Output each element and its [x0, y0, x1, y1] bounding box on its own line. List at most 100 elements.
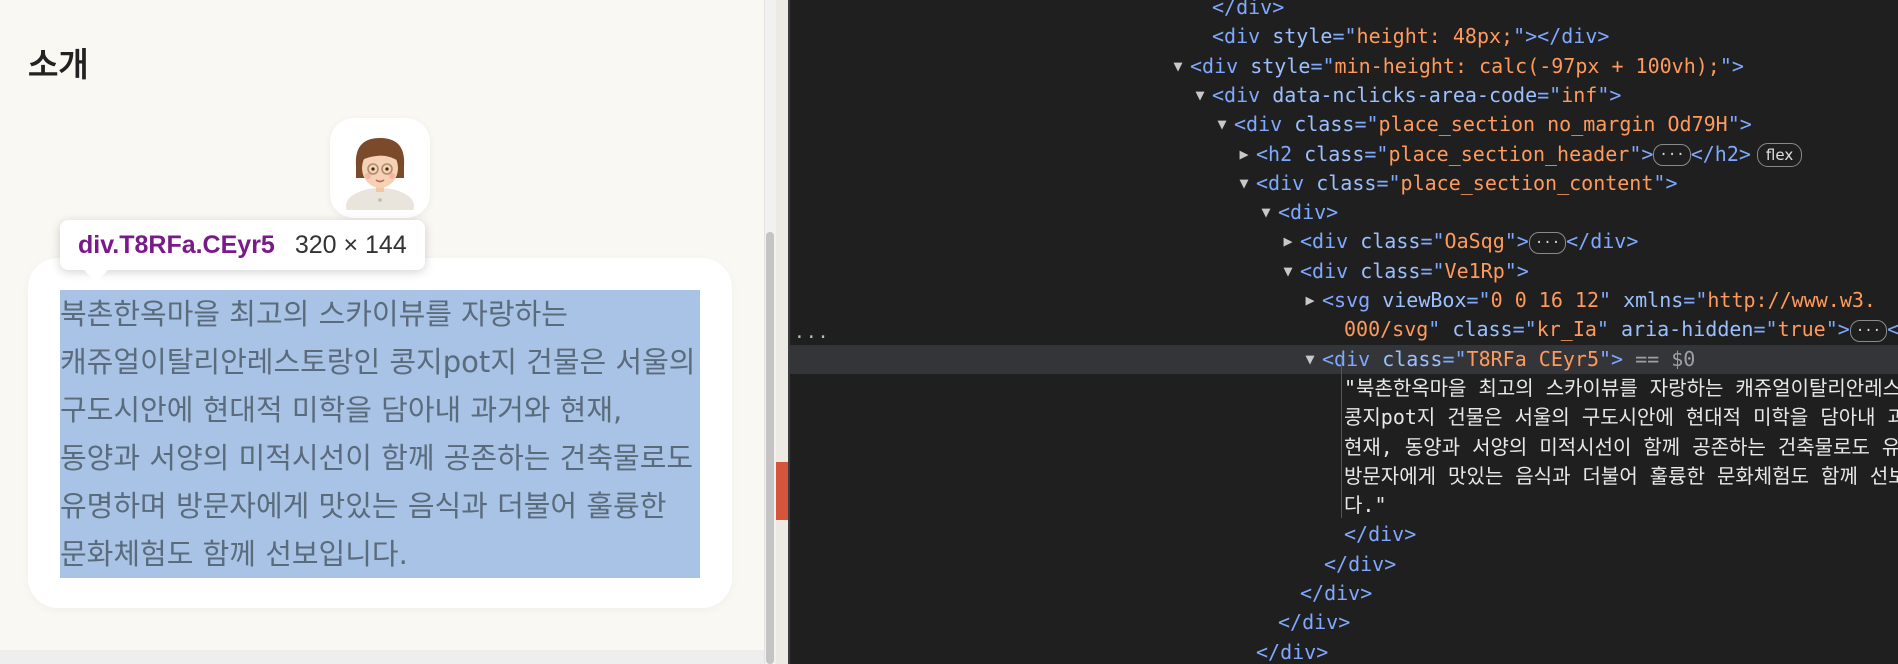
code-token: class [1382, 346, 1443, 371]
code-token: </div> [1344, 522, 1417, 547]
code-token: place_section_header [1388, 141, 1630, 166]
code-token: "> [1629, 141, 1654, 166]
code-token: =" [1310, 53, 1335, 78]
code-token: =" [1466, 288, 1491, 312]
dom-node-line[interactable]: </div> [790, 608, 1898, 637]
collapse-caret-icon[interactable]: ▼ [1170, 52, 1186, 81]
code-token: =" [1364, 141, 1389, 166]
more-options-icon[interactable]: ··· [794, 327, 830, 348]
code-token: "> [1727, 112, 1752, 137]
map-marker-edge [776, 462, 788, 520]
code-token: viewBox [1382, 288, 1467, 312]
code-token: "> [1597, 82, 1622, 107]
code-token: < [1887, 317, 1898, 342]
collapse-caret-icon[interactable]: ▼ [1214, 110, 1230, 139]
flex-badge[interactable]: flex [1756, 143, 1803, 167]
code-token: =" [1512, 317, 1537, 342]
code-token: min-height: calc(-97px + 100vh); [1334, 53, 1720, 78]
code-token: class [1360, 258, 1421, 283]
tree-indent-guide [1341, 358, 1342, 518]
code-token: <div [1212, 24, 1273, 49]
code-token: data-nclicks-area-code [1272, 82, 1538, 107]
ellipsis-icon[interactable]: ··· [1653, 144, 1691, 166]
dom-node-line[interactable]: ▶ <svg viewBox="0 0 16 12" xmlns="http://… [790, 286, 1898, 315]
code-token: Ve1Rp [1444, 258, 1505, 283]
code-token: style [1250, 53, 1311, 78]
page-preview: 소개 북촌한옥마을 최고의 스카이뷰를 자랑하는 캐쥬얼이탈리안레스토랑인 콩지… [0, 0, 764, 664]
avatar-illustration [346, 138, 414, 210]
ellipsis-icon[interactable]: ··· [1849, 319, 1888, 342]
code-token: =" [1376, 170, 1401, 195]
collapse-caret-icon[interactable]: ▼ [1236, 169, 1252, 198]
inspector-tooltip: div.T8RFa.CEyr5 320 × 144 [60, 220, 425, 282]
code-token: </div> [1278, 610, 1351, 635]
code-token: class [1294, 112, 1355, 137]
expand-caret-icon[interactable]: ▶ [1302, 286, 1318, 315]
tooltip-selector: div.T8RFa.CEyr5 [78, 230, 275, 259]
dom-node-line[interactable]: <div style="height: 48px;"></div> [790, 22, 1898, 51]
code-token: <div [1300, 229, 1361, 254]
expand-caret-icon[interactable]: ▶ [1236, 140, 1252, 169]
dom-node-line[interactable]: ▼ <div class="place_section_content"> [790, 169, 1898, 198]
code-token: <svg [1322, 288, 1383, 312]
ellipsis-icon[interactable]: ··· [1528, 231, 1567, 254]
code-token: 방문자에게 맛있는 음식과 더불어 훌륭한 문화체험도 함께 선보 [1344, 463, 1898, 488]
code-token: =" [1683, 288, 1708, 312]
code-token: "></div> [1513, 24, 1610, 49]
dom-node-line[interactable]: 방문자에게 맛있는 음식과 더불어 훌륭한 문화체험도 함께 선보 [790, 462, 1898, 491]
code-token: =" [1753, 317, 1778, 342]
dom-node-line[interactable]: ▼ <div class="place_section no_margin Od7… [790, 110, 1898, 139]
code-token: inf [1561, 82, 1598, 107]
code-token: height: 48px; [1356, 24, 1514, 49]
description-text: 북촌한옥마을 최고의 스카이뷰를 자랑하는 캐쥬얼이탈리안레스토랑인 콩지pot… [60, 297, 696, 571]
dom-node-line[interactable]: ▼ <div data-nclicks-area-code="inf"> [790, 81, 1898, 110]
code-token: 다." [1344, 493, 1387, 518]
dom-node-line[interactable]: </div> [790, 579, 1898, 608]
code-token: "> [1504, 229, 1529, 254]
code-token: <div [1256, 170, 1317, 195]
code-token: true [1777, 317, 1826, 342]
code-token: == $0 [1623, 346, 1696, 371]
dom-node-line[interactable]: ▼ <div class="Ve1Rp"> [790, 257, 1898, 286]
code-token: <div [1322, 346, 1383, 371]
code-token: =" [1442, 346, 1467, 371]
dom-node-line[interactable]: </div> [790, 520, 1898, 549]
code-token: 0 0 16 12 [1490, 288, 1599, 312]
page-scrollbar-thumb[interactable] [766, 232, 774, 664]
dom-node-line[interactable]: 현재, 동양과 서양의 미적시선이 함께 공존하는 건축물로도 유 [790, 433, 1898, 462]
dom-node-line[interactable]: ▶ <h2 class="place_section_header"> ··· </h… [790, 140, 1898, 169]
code-token: " [1596, 317, 1622, 342]
collapse-caret-icon[interactable]: ▼ [1192, 81, 1208, 110]
collapse-caret-icon[interactable]: ▼ [1258, 198, 1274, 227]
map-edge [776, 0, 788, 664]
code-token: xmlns [1623, 288, 1684, 312]
dom-node-line[interactable]: 000/svg" class="kr_Ia" aria-hidden="true… [790, 315, 1898, 344]
dom-node-line[interactable]: ▼ <div style="min-height: calc(-97px + 10… [790, 52, 1898, 81]
page-title: 소개 [28, 45, 89, 84]
collapse-caret-icon[interactable]: ▼ [1302, 345, 1318, 374]
dom-node-line[interactable]: 다." [790, 491, 1898, 520]
code-token: </h2> [1690, 141, 1751, 166]
bottom-strip [0, 650, 764, 664]
code-token: "> [1504, 258, 1529, 283]
dom-node-line[interactable]: </div> [790, 0, 1898, 22]
dom-node-line[interactable]: "북촌한옥마을 최고의 스카이뷰를 자랑하는 캐쥬얼이탈리안레스 [790, 374, 1898, 403]
dom-node-line[interactable]: </div> [790, 638, 1898, 664]
collapse-caret-icon[interactable]: ▼ [1280, 257, 1296, 286]
dom-node-line[interactable]: ▶ <div class="OaSqg"> ··· </div> [790, 227, 1898, 256]
dom-node-selected[interactable]: ▼ <div class="T8RFa CEyr5"> == $0 [790, 344, 1898, 374]
code-token: =" [1332, 24, 1357, 49]
code-token: "북촌한옥마을 최고의 스카이뷰를 자랑하는 캐쥬얼이탈리안레스 [1344, 375, 1898, 400]
tooltip-dimensions: 320 × 144 [294, 230, 407, 259]
code-token: class [1360, 229, 1421, 254]
expand-caret-icon[interactable]: ▶ [1280, 227, 1296, 256]
code-token: =" [1420, 229, 1445, 254]
dom-node-line[interactable]: 콩지pot지 건물은 서울의 구도시안에 현대적 미학을 담아내 과 [790, 403, 1898, 432]
dom-node-line[interactable]: </div> [790, 550, 1898, 579]
code-token: 콩지pot지 건물은 서울의 구도시안에 현대적 미학을 담아내 과 [1344, 405, 1898, 430]
code-token: </div> [1256, 639, 1329, 664]
code-token: style [1272, 24, 1333, 49]
code-token: =" [1420, 258, 1445, 283]
dom-node-line[interactable]: ▼ <div> [790, 198, 1898, 227]
code-token: <h2 [1256, 141, 1305, 166]
